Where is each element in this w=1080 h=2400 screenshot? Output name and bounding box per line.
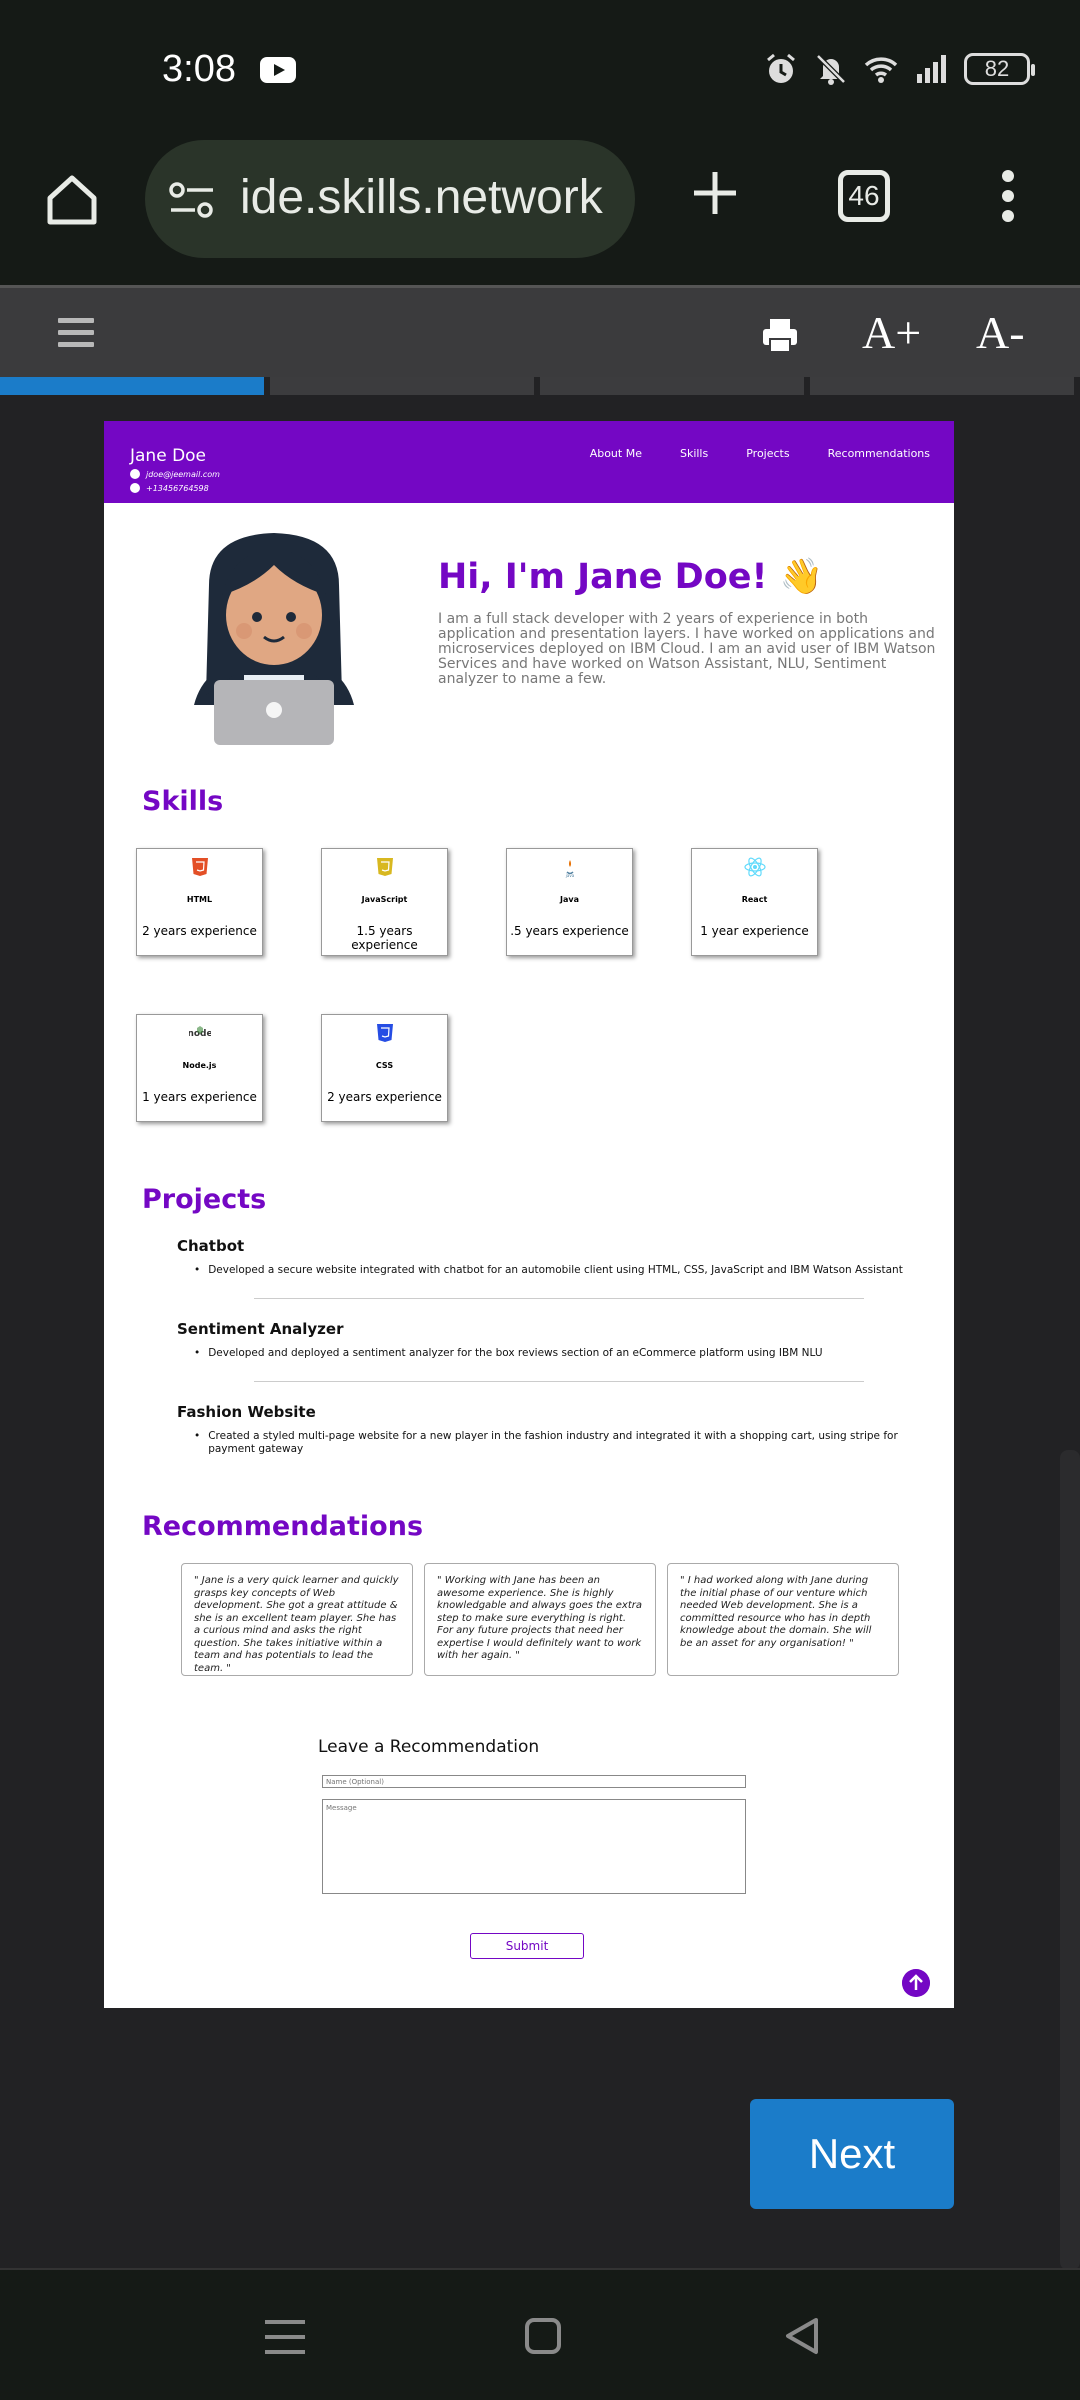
email-contact: jdoe@jeemail.com	[130, 469, 220, 479]
mute-icon	[816, 54, 846, 85]
skill-card: CSS 2 years experience	[321, 1014, 448, 1122]
reader-toolbar: A+ A-	[0, 285, 1080, 377]
skill-card: java Java .5 years experience	[506, 848, 633, 956]
nav-skills[interactable]: Skills	[680, 447, 708, 460]
svg-text:java: java	[564, 873, 574, 878]
back-icon[interactable]	[782, 2316, 822, 2356]
status-time: 3:08	[162, 48, 236, 90]
project-divider	[254, 1298, 864, 1299]
skill-experience: .5 years experience	[510, 924, 629, 938]
next-button[interactable]: Next	[750, 2099, 954, 2209]
battery-indicator: 82	[964, 53, 1035, 85]
home-button-icon[interactable]	[525, 2318, 561, 2354]
status-bar: 3:08 82	[0, 0, 1080, 140]
hero-description: I am a full stack developer with 2 years…	[438, 611, 936, 687]
wifi-icon	[864, 57, 898, 83]
project-title: Chatbot	[177, 1237, 245, 1255]
skill-experience: 1 year experience	[700, 924, 809, 938]
phone-icon	[130, 483, 140, 493]
site-nav: About Me Skills Projects Recommendations	[590, 447, 930, 460]
css3-icon	[376, 1024, 393, 1042]
html5-icon	[191, 858, 208, 876]
leave-recommendation-heading: Leave a Recommendation	[318, 1737, 540, 1757]
alarm-icon	[767, 53, 795, 83]
recommendations-heading: Recommendations	[142, 1511, 424, 1542]
skill-card: JavaScript 1.5 years experience	[321, 848, 448, 956]
site-name: Jane Doe	[130, 446, 207, 466]
skill-experience: 1 years experience	[142, 1090, 257, 1104]
skill-name: CSS	[375, 1061, 394, 1070]
progress-segment	[810, 377, 1074, 395]
project-description: • Developed and deployed a sentiment anal…	[194, 1347, 823, 1359]
skill-experience: 1.5 years experience	[351, 924, 418, 952]
skill-experience: 2 years experience	[327, 1090, 442, 1104]
skill-name: HTML	[186, 895, 213, 904]
font-decrease-button[interactable]: A-	[976, 306, 1025, 359]
nodejs-icon: node	[189, 1026, 211, 1039]
hero-title: Hi, I'm Jane Doe! 👋	[438, 557, 824, 597]
react-icon	[743, 857, 766, 877]
youtube-notification-icon	[260, 57, 296, 83]
progress-segment	[540, 377, 804, 395]
projects-heading: Projects	[142, 1184, 267, 1215]
email-text[interactable]: jdoe@jeemail.com	[146, 470, 220, 479]
lesson-progress	[0, 377, 1080, 395]
new-tab-icon[interactable]	[690, 168, 740, 218]
skill-card: HTML 2 years experience	[136, 848, 263, 956]
battery-level: 82	[984, 56, 1010, 81]
recommendation-card: " I had worked along with Jane during th…	[667, 1563, 899, 1676]
tab-count: 46	[848, 180, 880, 211]
font-increase-button[interactable]: A+	[862, 306, 921, 359]
nav-projects[interactable]: Projects	[746, 447, 789, 460]
progress-segment	[270, 377, 534, 395]
address-bar[interactable]: ide.skills.network	[145, 140, 635, 258]
nav-recommendations[interactable]: Recommendations	[828, 447, 930, 460]
project-title: Fashion Website	[177, 1403, 316, 1421]
signal-icon	[917, 55, 946, 83]
skill-card: node Node.js 1 years experience	[136, 1014, 263, 1122]
email-icon	[130, 469, 140, 479]
skill-name: Node.js	[182, 1061, 217, 1070]
project-description: • Created a styled multi-page website for…	[194, 1430, 898, 1455]
scroll-to-top-icon[interactable]	[902, 1969, 930, 1997]
skills-heading: Skills	[142, 786, 224, 817]
progress-segment	[0, 377, 264, 395]
avatar-illustration	[194, 533, 354, 745]
message-input[interactable]	[322, 1799, 746, 1894]
recommendation-card: " Jane is a very quick learner and quick…	[181, 1563, 413, 1676]
url-text: ide.skills.network	[240, 171, 603, 224]
status-icons: 82	[764, 52, 1035, 86]
javascript-icon	[376, 858, 393, 876]
project-divider	[254, 1381, 864, 1382]
site-header: Jane Doe jdoe@jeemail.com +13456764598 A…	[104, 421, 954, 503]
home-icon[interactable]	[42, 170, 102, 230]
skill-experience: 2 years experience	[142, 924, 257, 938]
phone-text[interactable]: +13456764598	[146, 484, 209, 493]
site-settings-icon[interactable]	[169, 180, 215, 220]
system-navigation-bar	[0, 2268, 1080, 2400]
skill-card: React 1 year experience	[691, 848, 818, 956]
nav-about-me[interactable]: About Me	[590, 447, 642, 460]
browser-toolbar: ide.skills.network 46	[0, 140, 1080, 285]
phone-contact: +13456764598	[130, 483, 209, 493]
print-icon[interactable]	[760, 315, 800, 355]
project-description: • Developed a secure website integrated w…	[194, 1264, 903, 1276]
portfolio-page: Jane Doe jdoe@jeemail.com +13456764598 A…	[104, 421, 954, 2008]
java-icon: java	[564, 860, 574, 878]
project-title: Sentiment Analyzer	[177, 1320, 344, 1338]
skill-name: Java	[560, 895, 579, 904]
recent-apps-icon[interactable]	[265, 2320, 305, 2354]
skill-name: React	[741, 895, 768, 904]
recommendation-card: " Working with Jane has been an awesome …	[424, 1563, 656, 1676]
submit-button[interactable]: Submit	[470, 1933, 584, 1959]
scrollbar[interactable]	[1060, 1450, 1080, 2270]
name-input[interactable]	[322, 1775, 746, 1788]
skill-name: JavaScript	[361, 895, 408, 904]
hamburger-menu-icon[interactable]	[58, 318, 94, 348]
tab-switcher-button[interactable]: 46	[838, 170, 890, 222]
browser-menu-icon[interactable]	[998, 170, 1018, 226]
